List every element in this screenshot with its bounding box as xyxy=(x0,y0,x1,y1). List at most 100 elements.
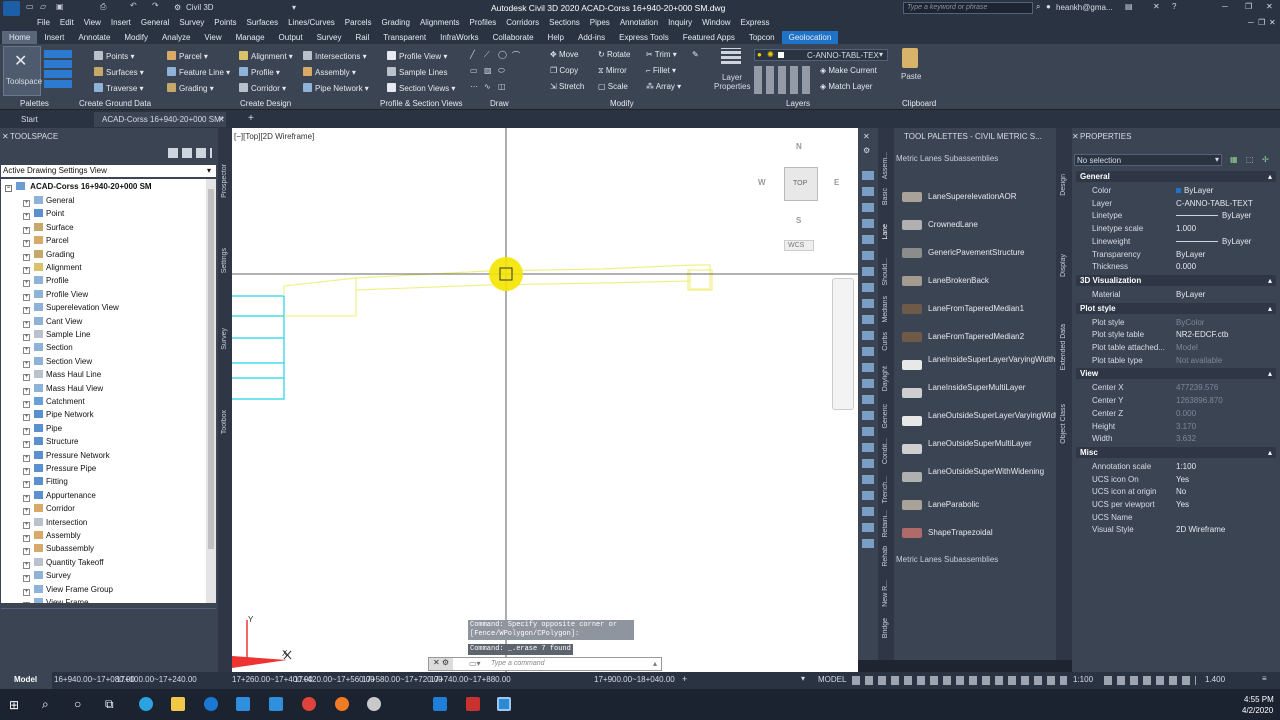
menu-alignments[interactable]: Alignments xyxy=(420,18,460,27)
customize-icon[interactable]: ≡ xyxy=(1262,674,1267,683)
compass-n[interactable]: N xyxy=(796,142,802,151)
feature-line-button[interactable]: Feature Line ▾ xyxy=(167,67,230,77)
section-views-button[interactable]: Section Views ▾ xyxy=(387,83,455,93)
user-name[interactable]: heankh@gma... xyxy=(1056,3,1113,12)
boundary-icon[interactable]: ◫ xyxy=(498,82,506,91)
draw-panel-label[interactable]: Draw xyxy=(490,99,509,108)
properties-tab-extended-data[interactable]: Extended Data xyxy=(1060,324,1067,370)
tab-topcon[interactable]: Topcon xyxy=(742,31,782,44)
property-row[interactable]: UCS icon On Yes xyxy=(1076,473,1276,486)
property-row[interactable]: Transparency ByLayer xyxy=(1076,248,1276,261)
palette-item-laneoutsidesuperwithwidening[interactable]: LaneOutsideSuperWithWidening xyxy=(898,465,1052,491)
doc-minimize-icon[interactable]: ─ xyxy=(1248,18,1254,27)
paste-button[interactable]: Paste xyxy=(898,48,924,92)
property-row[interactable]: Color ByLayer xyxy=(1076,184,1276,197)
palette-tab-condit-[interactable]: Condit... xyxy=(882,438,889,464)
expand-icon[interactable]: + xyxy=(23,200,30,207)
menu-edit[interactable]: Edit xyxy=(60,18,74,27)
compass-w[interactable]: W xyxy=(758,178,766,187)
expand-icon[interactable]: + xyxy=(23,521,30,529)
property-section-misc[interactable]: Misc ▴ xyxy=(1076,446,1276,458)
palette-item-lanesuperelevationaor[interactable]: LaneSuperelevationAOR xyxy=(898,185,1052,211)
expand-icon[interactable]: + xyxy=(23,213,30,221)
palette-tab-curbs[interactable]: Curbs xyxy=(882,332,889,351)
polyline-icon[interactable]: ⟋ xyxy=(484,50,490,60)
intersections-button[interactable]: Intersections ▾ xyxy=(303,51,367,61)
palette-item-crownedlane[interactable]: CrownedLane xyxy=(898,213,1052,239)
grading-button[interactable]: Grading ▾ xyxy=(167,83,214,93)
palette-grid-icon[interactable] xyxy=(44,48,72,88)
expand-icon[interactable]: + xyxy=(23,468,30,475)
search-input[interactable]: Type a keyword or phrase xyxy=(903,2,1033,14)
palette-item-laneoutsidesupermultilayer[interactable]: LaneOutsideSuperMultiLayer xyxy=(898,437,1052,463)
palette-item-lanefromtaperedmedian1[interactable]: LaneFromTaperedMedian1 xyxy=(898,297,1052,323)
doc-close-icon[interactable]: ✕ xyxy=(1269,18,1276,27)
tree-item-catchment[interactable]: + Catchment xyxy=(23,397,85,408)
tree-item-profile-view[interactable]: + Profile View xyxy=(23,289,88,301)
tab-home[interactable]: Home xyxy=(2,31,38,44)
tree-item-pressure-pipe[interactable]: + Pressure Pipe xyxy=(23,464,96,475)
property-section-view[interactable]: View ▴ xyxy=(1076,368,1276,380)
qat-save-icon[interactable]: ▣ xyxy=(56,2,64,11)
expand-icon[interactable]: + xyxy=(23,414,30,422)
wcs-menu[interactable]: WCS xyxy=(784,240,814,251)
expand-icon[interactable]: + xyxy=(23,374,30,382)
menu-points[interactable]: Points xyxy=(214,18,236,27)
tree-item-view-frame[interactable]: + View Frame xyxy=(23,598,89,603)
layout-tab[interactable]: 17+100.00~17+240.00 xyxy=(116,675,197,684)
tab-annotate[interactable]: Annotate xyxy=(71,31,117,44)
menu-insert[interactable]: Insert xyxy=(111,18,131,27)
model-space-label[interactable]: MODEL xyxy=(818,675,846,684)
qat-redo-icon[interactable]: ↷ xyxy=(152,1,159,10)
menu-general[interactable]: General xyxy=(141,18,169,27)
tree-item-pressure-network[interactable]: + Pressure Network xyxy=(23,450,110,462)
property-row[interactable]: Plot table type Not available xyxy=(1076,354,1276,367)
start-tab[interactable]: Start xyxy=(21,115,38,124)
expand-icon[interactable]: + xyxy=(23,334,30,341)
tab-view[interactable]: View xyxy=(197,31,228,44)
clipboard-panel-label[interactable]: Clipboard xyxy=(902,99,936,108)
file-explorer-icon[interactable] xyxy=(171,697,185,711)
search-icon[interactable]: ⌕ xyxy=(1036,2,1040,12)
palette-close-icon[interactable]: ✕ xyxy=(863,132,870,141)
menu-inquiry[interactable]: Inquiry xyxy=(668,18,692,27)
expand-icon[interactable]: + xyxy=(23,602,30,603)
profile-view-button[interactable]: Profile View ▾ xyxy=(387,51,447,61)
zoom-value[interactable]: 1.400 xyxy=(1205,675,1225,684)
palette-tab-bridge[interactable]: Bridge xyxy=(882,618,889,638)
palette-item-lanebrokenback[interactable]: LaneBrokenBack xyxy=(898,269,1052,295)
app-logo[interactable] xyxy=(3,1,20,16)
tree-item-fitting[interactable]: + Fitting xyxy=(23,477,68,489)
toolspace-tab-settings[interactable]: Settings xyxy=(221,248,228,273)
toolspace-close-icon[interactable]: ✕ xyxy=(2,132,9,141)
tree-item-sample-line[interactable]: + Sample Line xyxy=(23,330,90,341)
palette-tab-generic[interactable]: Generic xyxy=(882,404,889,429)
expand-icon[interactable]: + xyxy=(23,548,30,556)
property-section-plot-style[interactable]: Plot style ▴ xyxy=(1076,302,1276,314)
tree-item-parcel[interactable]: + Parcel xyxy=(23,236,69,248)
view-cube[interactable]: N W E S TOP WCS xyxy=(752,138,848,258)
tab-add-ins[interactable]: Add-ins xyxy=(571,31,612,44)
expand-icon[interactable]: + xyxy=(23,360,30,368)
palette-tab-medians[interactable]: Medians xyxy=(882,296,889,322)
tree-item-cant-view[interactable]: + Cant View xyxy=(23,316,82,328)
tree-item-general[interactable]: + General xyxy=(23,196,74,207)
toggle-pickadd-icon[interactable]: ▦ xyxy=(1230,155,1238,164)
expand-icon[interactable]: + xyxy=(23,481,30,489)
menu-sections[interactable]: Sections xyxy=(549,18,580,27)
tab-help[interactable]: Help xyxy=(541,31,571,44)
layout-menu-icon[interactable]: ▾ xyxy=(801,674,805,683)
rectangle-icon[interactable]: ▭ xyxy=(470,66,478,75)
expand-icon[interactable]: + xyxy=(23,320,30,328)
tree-item-section[interactable]: + Section xyxy=(23,343,73,355)
tab-analyze[interactable]: Analyze xyxy=(155,31,197,44)
mail-icon[interactable] xyxy=(269,697,283,711)
collapse-icon[interactable]: ▴ xyxy=(1268,368,1272,379)
close-tab-icon[interactable]: ✕ xyxy=(218,115,225,124)
expand-icon[interactable]: + xyxy=(23,347,30,355)
properties-close-icon[interactable]: ✕ xyxy=(1072,132,1079,141)
new-tab-icon[interactable]: + xyxy=(248,113,254,124)
cmd-history-toggle-icon[interactable]: ▴ xyxy=(653,659,657,668)
ellipse-icon[interactable]: ⬭ xyxy=(498,66,505,76)
teamviewer-icon[interactable] xyxy=(433,697,447,711)
